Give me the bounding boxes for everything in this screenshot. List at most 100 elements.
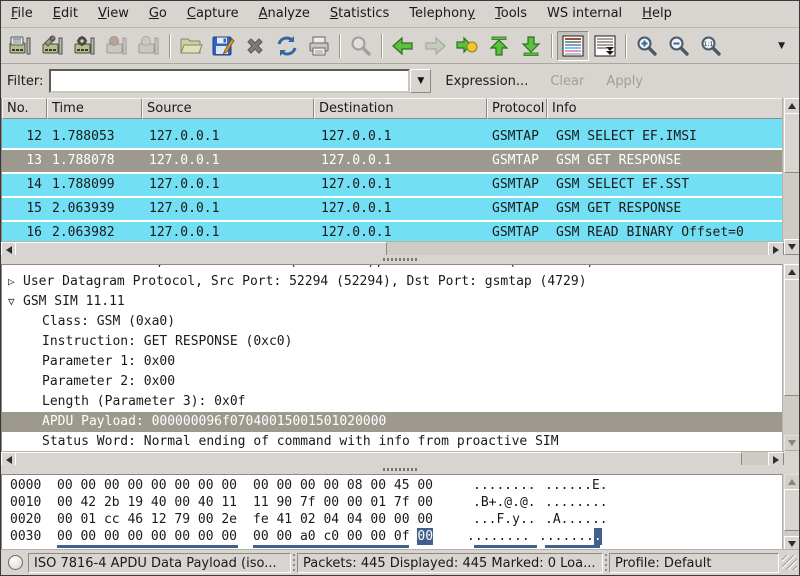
colorize-icon[interactable]: [557, 31, 589, 61]
menu-tools[interactable]: Tools: [485, 1, 537, 27]
hex-highlight-sliver: [57, 545, 238, 548]
zoom-in-icon[interactable]: [631, 31, 663, 61]
toolbar-separator: [169, 34, 171, 58]
expression-button[interactable]: Expression...: [445, 74, 528, 89]
scroll-down-icon[interactable]: [784, 435, 800, 451]
reload-icon[interactable]: [271, 31, 303, 61]
menu-go[interactable]: Go: [139, 1, 177, 27]
details-hscrollbar[interactable]: [1, 451, 784, 466]
ascii-highlight-sliver: [545, 545, 600, 548]
hex-byte-highlighted: 00: [417, 528, 433, 545]
packet-list-hscrollbar[interactable]: [1, 241, 784, 256]
toolbar-separator: [551, 34, 553, 58]
menu-analyze[interactable]: Analyze: [249, 1, 320, 27]
menu-statistics[interactable]: Statistics: [320, 1, 399, 27]
detail-row-udp[interactable]: ▷User Datagram Protocol, Src Port: 52294…: [2, 272, 785, 292]
scroll-thumb[interactable]: [784, 279, 800, 396]
column-header-source[interactable]: Source: [142, 98, 314, 119]
go-bottom-icon[interactable]: [515, 31, 547, 61]
packet-list-header: No. Time Source Destination Protocol Inf…: [2, 98, 785, 119]
menu-ws-internal[interactable]: WS internal: [537, 1, 632, 27]
hex-row: 002000 01 cc 46 12 79 00 2efe 41 02 04 0…: [2, 511, 785, 528]
status-packet-counts: Packets: 445 Displayed: 445 Marked: 0 Lo…: [297, 553, 603, 573]
scroll-up-icon[interactable]: [784, 264, 800, 280]
status-bar: ISO 7816-4 APDU Data Payload (iso... Pac…: [1, 549, 799, 575]
hex-row: 003000 00 00 00 00 00 00 0000 00 a0 c0 0…: [2, 528, 785, 545]
statusbar-separator: [292, 554, 296, 572]
scroll-thumb[interactable]: [784, 489, 800, 531]
detail-row-parameter2[interactable]: Parameter 2: 0x00: [2, 372, 785, 392]
packet-row-selected[interactable]: 13 1.788078 127.0.0.1 127.0.0.1 GSMTAP G…: [2, 150, 785, 174]
close-file-icon[interactable]: [239, 31, 271, 61]
ascii-highlight-sliver: [474, 545, 537, 548]
menu-help[interactable]: Help: [632, 1, 682, 27]
column-header-no[interactable]: No.: [2, 98, 47, 119]
filter-dropdown-icon[interactable]: ▼: [410, 69, 431, 93]
auto-scroll-icon[interactable]: [589, 31, 621, 61]
expert-info-icon[interactable]: [8, 555, 23, 570]
splitter-grip-icon: [383, 468, 417, 471]
column-header-protocol[interactable]: Protocol: [487, 98, 547, 119]
column-header-time[interactable]: Time: [47, 98, 142, 119]
resize-grip-icon[interactable]: [782, 555, 797, 570]
pane-splitter[interactable]: [1, 255, 799, 264]
column-header-info[interactable]: Info: [547, 98, 785, 119]
scroll-down-icon[interactable]: [784, 239, 800, 255]
go-to-packet-icon[interactable]: [451, 31, 483, 61]
packet-row-clipped[interactable]: 11 1.787891 127.0.0.1 127.0.0.1 GSMTAP G…: [2, 119, 785, 126]
packet-list-pane: No. Time Source Destination Protocol Inf…: [1, 98, 785, 241]
clear-button: Clear: [550, 74, 584, 89]
expander-collapsed-icon[interactable]: ▷: [8, 272, 23, 292]
main-toolbar: 1:1 ▼: [1, 28, 799, 64]
menu-edit[interactable]: Edit: [43, 1, 88, 27]
find-packet-icon: [345, 31, 377, 61]
scroll-thumb[interactable]: [784, 113, 800, 173]
menu-telephony[interactable]: Telephony: [399, 1, 485, 27]
hex-vscrollbar[interactable]: [782, 474, 799, 552]
menu-view[interactable]: View: [88, 1, 139, 27]
menu-capture[interactable]: Capture: [177, 1, 249, 27]
scroll-up-icon[interactable]: [784, 474, 800, 490]
detail-row-parameter1[interactable]: Parameter 1: 0x00: [2, 352, 785, 372]
hex-bytes-pane[interactable]: 000000 00 00 00 00 00 00 0000 00 00 00 0…: [1, 474, 785, 553]
detail-row-class[interactable]: Class: GSM (0xa0): [2, 312, 785, 332]
splitter-grip-icon: [383, 258, 417, 261]
detail-row-clipped[interactable]: Internet Protocol, Src: 127.0.0.1 (127.0…: [2, 265, 785, 272]
filter-bar: Filter: ▼ Expression... Clear Apply: [1, 64, 799, 99]
filter-input[interactable]: [49, 69, 410, 93]
filter-label: Filter:: [7, 74, 43, 89]
packet-row[interactable]: 16 2.063982 127.0.0.1 127.0.0.1 GSMTAP G…: [2, 222, 785, 241]
packet-row[interactable]: 12 1.788053 127.0.0.1 127.0.0.1 GSMTAP G…: [2, 126, 785, 150]
packet-list-vscrollbar[interactable]: [782, 98, 799, 255]
menu-file[interactable]: File: [1, 1, 43, 27]
zoom-100-icon[interactable]: 1:1: [695, 31, 727, 61]
wireshark-window: File Edit View Go Capture Analyze Statis…: [0, 0, 800, 576]
go-top-icon[interactable]: [483, 31, 515, 61]
pane-splitter[interactable]: [1, 465, 799, 474]
go-back-icon[interactable]: [387, 31, 419, 61]
capture-options-icon[interactable]: [37, 31, 69, 61]
capture-start-icon[interactable]: [69, 31, 101, 61]
status-profile[interactable]: Profile: Default: [609, 553, 779, 573]
statusbar-separator: [604, 554, 608, 572]
detail-row-length[interactable]: Length (Parameter 3): 0x0f: [2, 392, 785, 412]
details-vscrollbar[interactable]: [782, 264, 799, 451]
detail-row-gsm-sim[interactable]: ▽GSM SIM 11.11: [2, 292, 785, 312]
column-header-destination[interactable]: Destination: [314, 98, 487, 119]
detail-row-instruction[interactable]: Instruction: GET RESPONSE (0xc0): [2, 332, 785, 352]
go-forward-icon: [419, 31, 451, 61]
detail-row-apdu-payload-selected[interactable]: APDU Payload: 000000096f0704001500150102…: [2, 412, 785, 432]
toolbar-separator: [625, 34, 627, 58]
packet-row[interactable]: 15 2.063939 127.0.0.1 127.0.0.1 GSMTAP G…: [2, 198, 785, 222]
save-file-icon[interactable]: [207, 31, 239, 61]
packet-row[interactable]: 14 1.788099 127.0.0.1 127.0.0.1 GSMTAP G…: [2, 174, 785, 198]
list-interfaces-icon[interactable]: [5, 31, 37, 61]
print-icon[interactable]: [303, 31, 335, 61]
detail-row-status-word[interactable]: Status Word: Normal ending of command wi…: [2, 432, 785, 452]
toolbar-overflow-icon[interactable]: ▼: [768, 41, 795, 51]
filter-combo: ▼: [49, 69, 431, 93]
zoom-out-icon[interactable]: [663, 31, 695, 61]
expander-expanded-icon[interactable]: ▽: [8, 292, 23, 312]
scroll-up-icon[interactable]: [784, 98, 800, 114]
open-file-icon[interactable]: [175, 31, 207, 61]
